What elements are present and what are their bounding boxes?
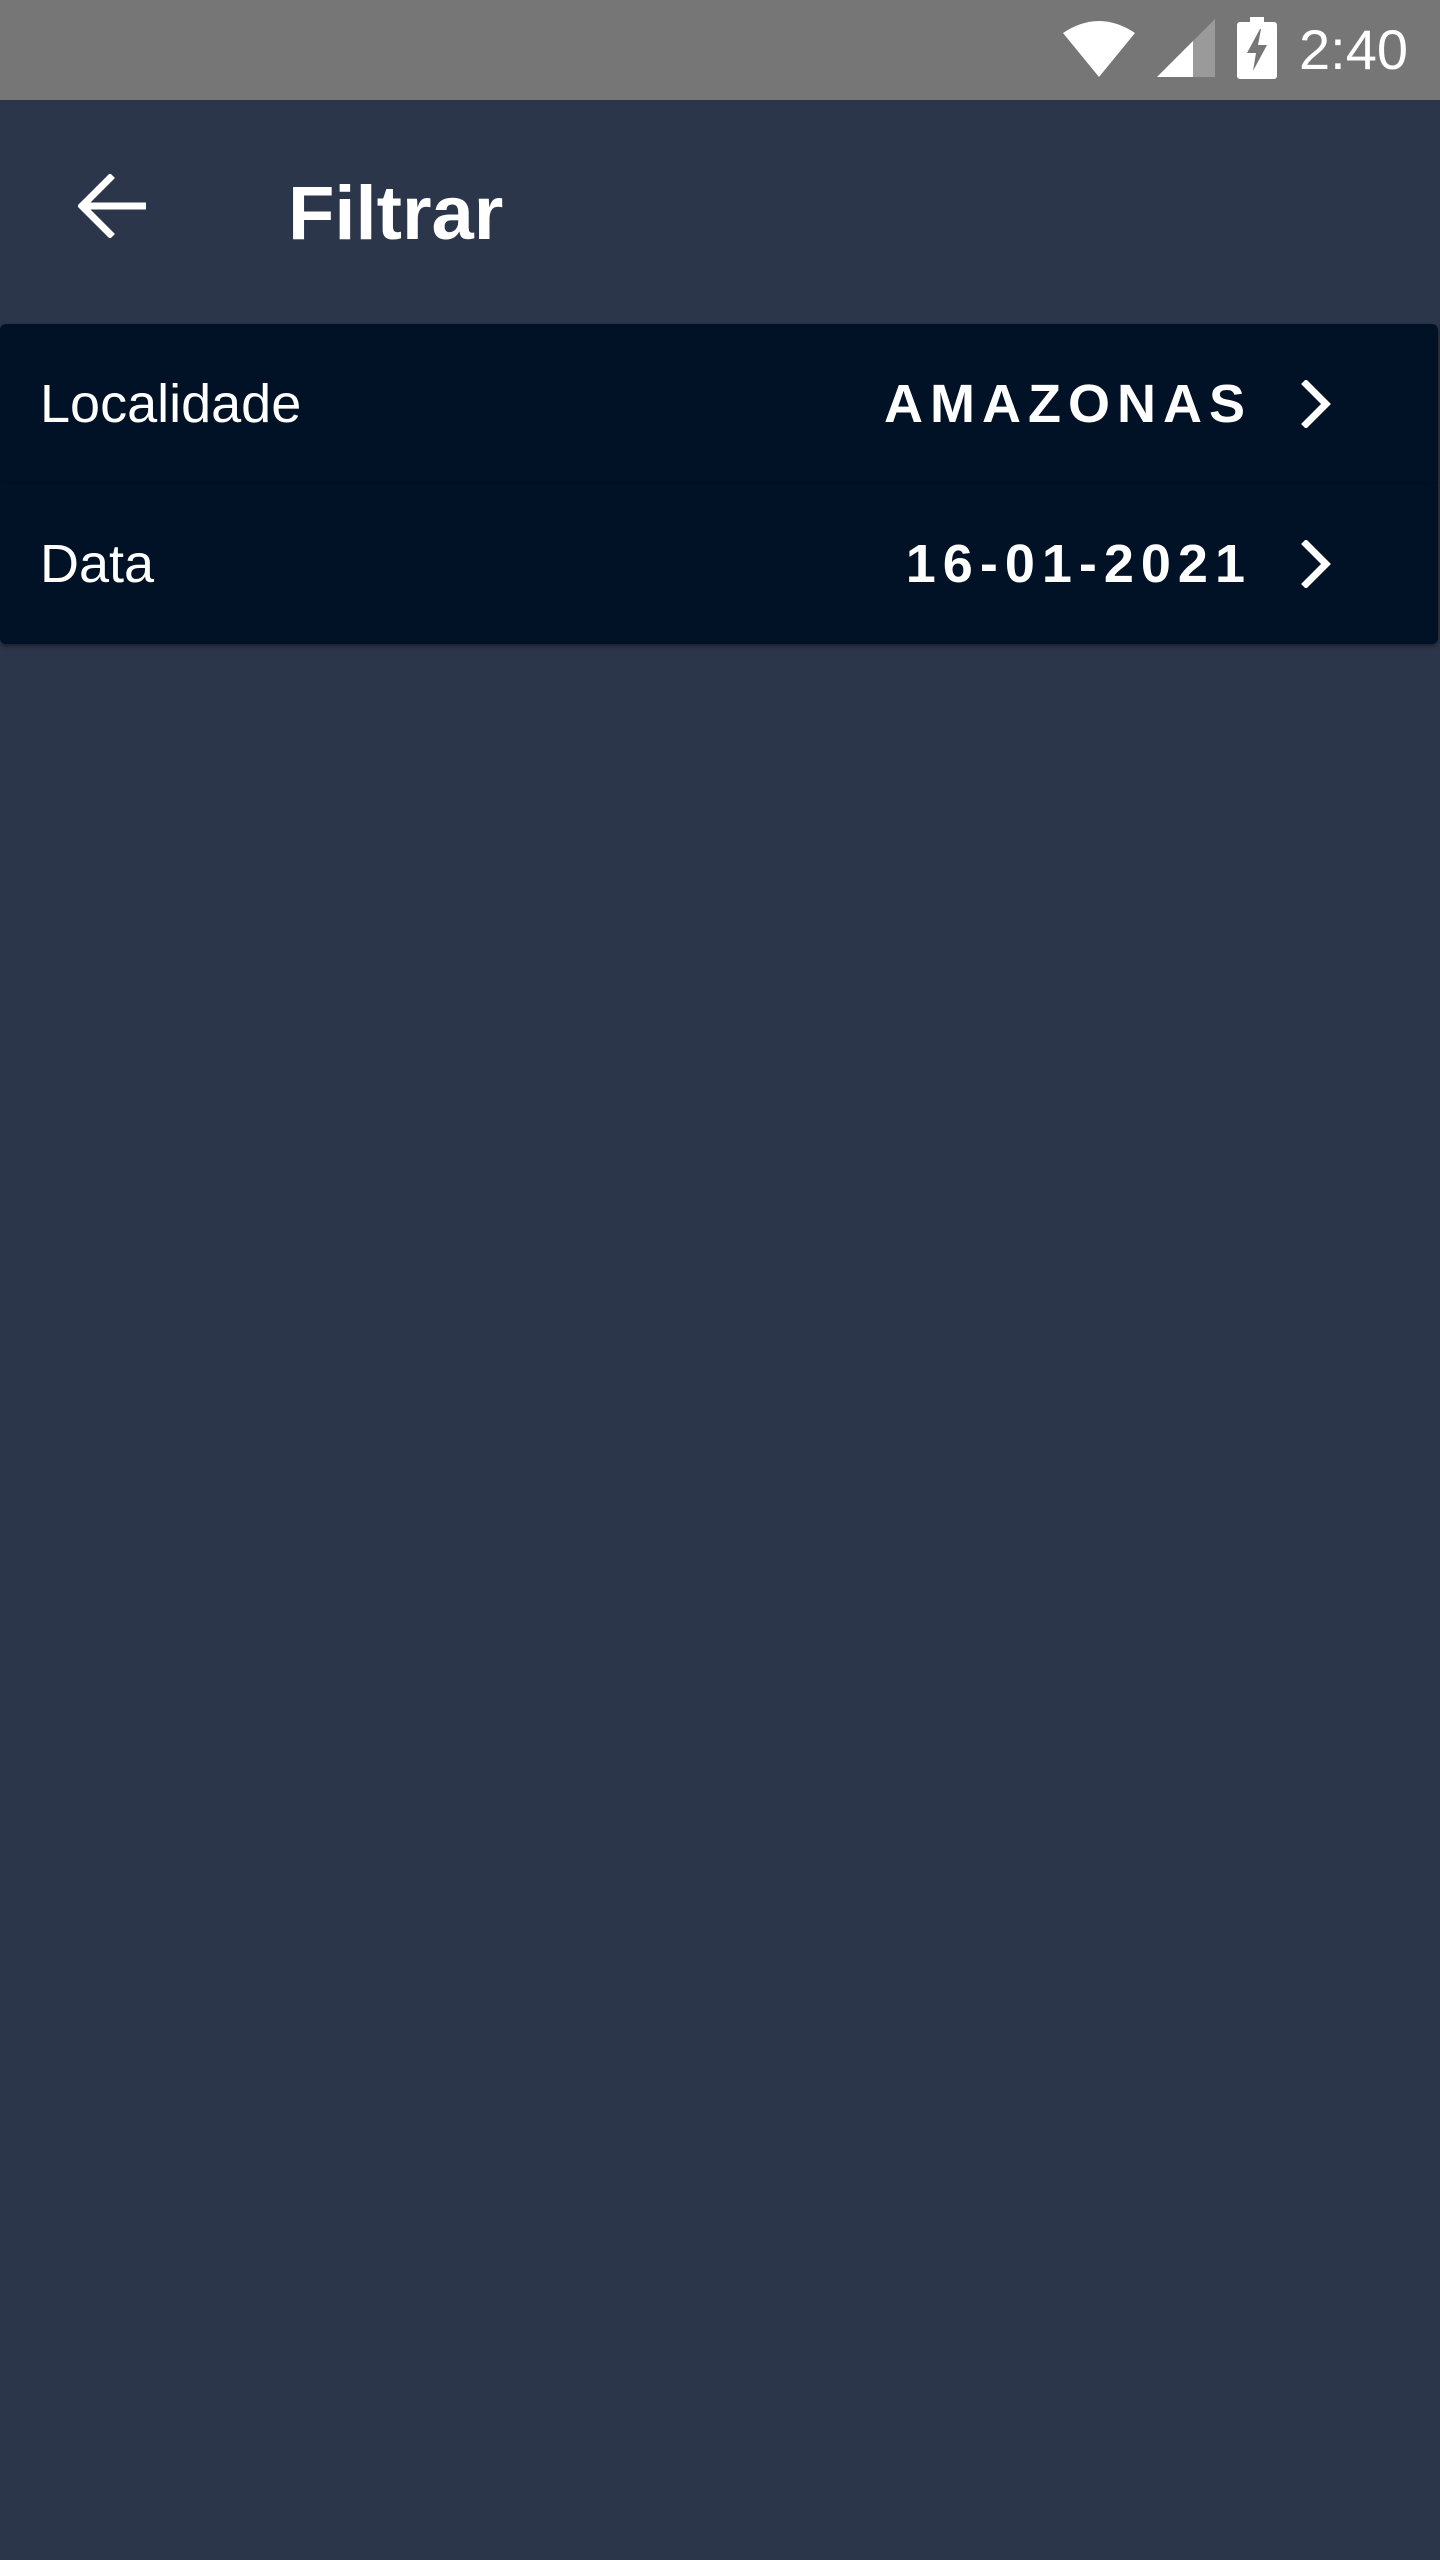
chevron-right-icon bbox=[1288, 536, 1344, 592]
filter-label-data: Data bbox=[40, 534, 155, 594]
status-bar: 2:40 bbox=[0, 0, 1440, 100]
arrow-back-icon bbox=[77, 172, 148, 243]
filter-list: Localidade AMAZONAS Data 16-01-2021 bbox=[0, 324, 1440, 644]
filter-value-localidade: AMAZONAS bbox=[884, 374, 1252, 434]
status-time: 2:40 bbox=[1299, 18, 1408, 81]
cell-signal-icon bbox=[1157, 18, 1215, 82]
filter-row-localidade[interactable]: Localidade AMAZONAS bbox=[0, 324, 1438, 484]
chevron-right-icon bbox=[1288, 376, 1344, 432]
app-bar: Filtrar bbox=[0, 100, 1440, 324]
wifi-icon bbox=[1063, 19, 1135, 82]
page-title: Filtrar bbox=[288, 171, 504, 256]
status-icons: 2:40 bbox=[1063, 16, 1408, 84]
battery-charging-icon bbox=[1237, 16, 1277, 84]
filter-label-localidade: Localidade bbox=[40, 374, 302, 434]
back-button[interactable] bbox=[56, 152, 168, 264]
filter-value-data: 16-01-2021 bbox=[905, 534, 1252, 594]
filter-row-data[interactable]: Data 16-01-2021 bbox=[0, 484, 1438, 644]
